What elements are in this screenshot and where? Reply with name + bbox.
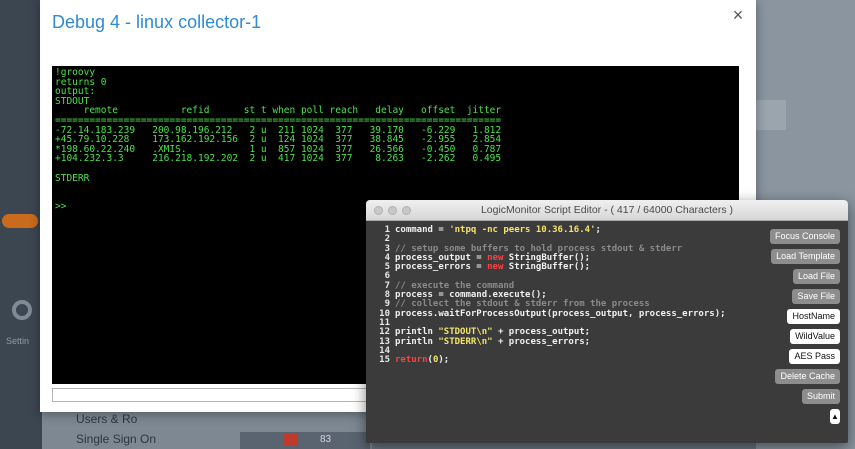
hostname-button[interactable]: HostName [787,309,840,324]
code-token: + process_errors; [492,336,591,347]
code-line: 5 process_errors = new StringBuffer(); [372,262,768,273]
console-text: !groovy returns 0 output: STDOUT remote … [55,67,502,213]
aes-pass-button[interactable]: AES Pass [789,349,840,364]
collapse-up-icon[interactable]: ▲ [830,409,840,424]
sidebar-item-settings-label: Settin [6,336,30,346]
code-token: println [395,336,439,347]
code-line: 10 process.waitForProcessOutput(process_o… [372,308,768,319]
delete-cache-button[interactable]: Delete Cache [775,369,840,384]
line-number: 15 [379,355,390,366]
code-line: 13 println "STDERR\n" + process_errors; [372,336,768,347]
code-token: StringBuffer(); [503,262,591,273]
status-icon [284,434,298,446]
editor-titlebar[interactable]: LogicMonitor Script Editor - ( 417 / 640… [366,200,848,221]
code-token: process.waitForProcessOutput(process_out… [395,308,726,319]
code-token: 'ntpq -nc peers 10.36.16.4' [449,225,596,235]
list-item-users-roles: Users & Ro [76,412,138,426]
code-token: return [395,355,428,366]
list-item-single-sign-on: Single Sign On [76,432,157,446]
code-token: new [487,262,504,273]
script-editor-window: LogicMonitor Script Editor - ( 417 / 640… [366,200,848,443]
code-editor[interactable]: 1 command = 'ntpq -nc peers 10.36.16.4'; 2… [372,225,768,436]
code-token: ); [438,355,450,366]
code-token: "STDERR\n" [438,336,493,347]
submit-button[interactable]: Submit [801,389,840,404]
code-token: process_errors = [395,262,488,273]
row-count: 83 [320,434,332,445]
load-template-button[interactable]: Load Template [771,249,840,264]
code-line: 15 return(0); [372,355,768,366]
alert-badge [2,214,38,228]
app-sidebar: Settin [0,0,42,449]
code-token: command = [395,225,450,235]
code-line: 1 command = 'ntpq -nc peers 10.36.16.4'; [372,225,768,235]
search-icon [756,100,786,130]
editor-title: LogicMonitor Script Editor - ( 417 / 640… [480,204,734,216]
wildvalue-button[interactable]: WildValue [790,329,840,344]
table-row: 83 [240,432,370,449]
load-file-button[interactable]: Load File [792,269,840,284]
code-token: ; [595,225,601,235]
save-file-button[interactable]: Save File [792,289,840,304]
focus-console-button[interactable]: Focus Console [769,229,840,244]
gear-icon [12,300,32,320]
close-icon[interactable]: × [728,4,748,26]
modal-title: Debug 4 - linux collector-1 [52,12,262,32]
